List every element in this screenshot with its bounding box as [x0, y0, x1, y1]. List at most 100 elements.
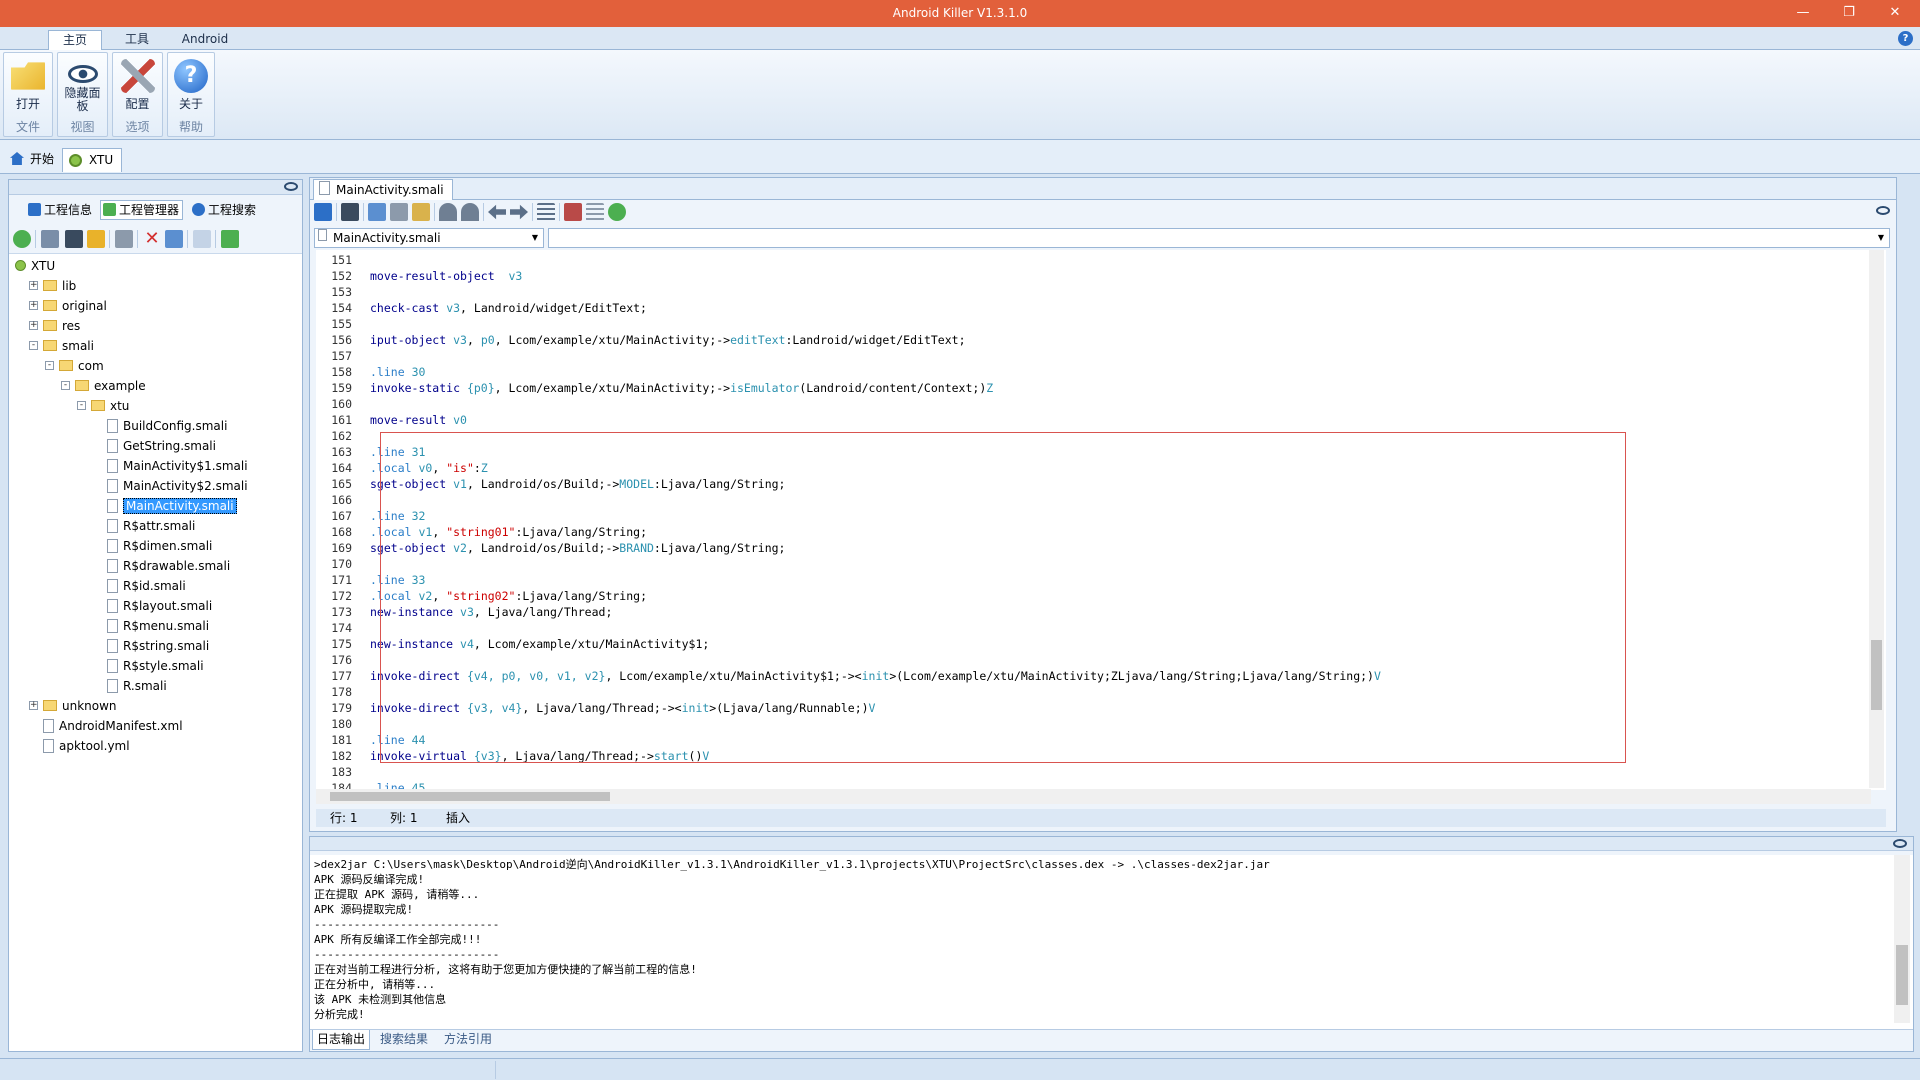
bookmark-icon[interactable] [115, 230, 133, 248]
tab-search-results[interactable]: 搜索结果 [376, 1030, 432, 1050]
paste-icon[interactable] [412, 203, 430, 221]
collapse-icon[interactable]: - [29, 341, 38, 350]
hide-panel-button[interactable]: 隐藏面板 [60, 55, 105, 119]
terminal-icon[interactable] [65, 230, 83, 248]
tab-method-references[interactable]: 方法引用 [440, 1030, 496, 1050]
tree-file[interactable]: AndroidManifest.xml [43, 717, 183, 735]
save-icon[interactable] [341, 203, 359, 221]
eye-icon[interactable] [1893, 839, 1907, 848]
add-icon[interactable] [221, 230, 239, 248]
copy-icon[interactable] [368, 203, 386, 221]
tab-project-manager[interactable]: 工程管理器 [100, 200, 184, 220]
log-line: ---------------------------- [314, 918, 500, 931]
tree-folder[interactable]: - com [45, 357, 104, 375]
undo-icon[interactable] [439, 203, 457, 221]
lock-icon[interactable] [314, 203, 332, 221]
tree-file[interactable]: R$string.smali [107, 637, 209, 655]
tab-log-output[interactable]: 日志输出 [312, 1030, 371, 1050]
tab-xtu[interactable]: XTU [62, 148, 122, 172]
forward-arrow-icon[interactable] [510, 204, 528, 220]
tree-folder[interactable]: + res [29, 317, 80, 335]
tab-project-search[interactable]: 工程搜索 [190, 201, 256, 219]
open-button[interactable]: 打开 [6, 55, 50, 119]
copy-icon[interactable] [165, 230, 183, 248]
java-icon[interactable] [564, 203, 582, 221]
tree-folder[interactable]: - xtu [77, 397, 129, 415]
collapse-icon[interactable]: - [61, 381, 70, 390]
code-line: 152 move-result-object v3 [316, 268, 1616, 284]
tree-file[interactable]: R$drawable.smali [107, 557, 230, 575]
document-icon[interactable] [193, 230, 211, 248]
collapse-icon[interactable]: - [45, 361, 54, 370]
redo-icon[interactable] [461, 203, 479, 221]
output-tab-bar: 日志输出 搜索结果 方法引用 [310, 1029, 1913, 1051]
export-icon[interactable] [41, 230, 59, 248]
help-icon[interactable]: ? [1898, 31, 1913, 46]
tree-folder[interactable]: + lib [29, 277, 76, 295]
editor-tab-mainactivity[interactable]: MainActivity.smali [313, 179, 453, 200]
tree-file[interactable]: R.smali [107, 677, 167, 695]
folder-search-icon[interactable] [87, 230, 105, 248]
config-button[interactable]: 配置 [115, 55, 160, 119]
tree-file[interactable]: R$menu.smali [107, 617, 209, 635]
minimize-icon[interactable]: — [1780, 0, 1826, 27]
tree-file[interactable]: R$layout.smali [107, 597, 212, 615]
tree-folder[interactable]: - smali [29, 337, 94, 355]
tree-file[interactable]: MainActivity.smali [107, 497, 237, 515]
tree-file[interactable]: R$id.smali [107, 577, 186, 595]
about-button[interactable]: ? 关于 [170, 55, 212, 119]
tree-folder[interactable]: + unknown [29, 697, 117, 715]
row-indicator: 行: 1 [330, 811, 358, 825]
delete-icon[interactable]: ✕ [143, 230, 161, 248]
log-area[interactable]: >dex2jar C:\Users\mask\Desktop\Android逆向… [310, 855, 1913, 1047]
back-arrow-icon[interactable] [488, 204, 506, 220]
refresh-icon[interactable] [13, 230, 31, 248]
tree-label: smali [62, 339, 94, 353]
tree-folder[interactable]: + original [29, 297, 107, 315]
tab-tools[interactable]: 工具 [112, 30, 162, 50]
line-number: 153 [331, 285, 352, 299]
file-select[interactable]: MainActivity.smali ▼ [314, 228, 544, 248]
restore-icon[interactable]: ❐ [1826, 0, 1872, 27]
ribbon-group-label: 帮助 [178, 120, 203, 134]
collapse-icon[interactable]: - [77, 401, 86, 410]
ribbon-group-help: ? 关于 帮助 [167, 52, 215, 137]
eye-icon[interactable] [1876, 206, 1890, 215]
format-icon[interactable] [537, 203, 555, 221]
expand-icon[interactable]: + [29, 281, 38, 290]
list-icon[interactable] [586, 203, 604, 221]
tree-file[interactable]: apktool.yml [43, 737, 130, 755]
expand-icon[interactable]: + [29, 701, 38, 710]
file-icon [107, 498, 118, 513]
horizontal-scrollbar[interactable] [316, 789, 1871, 804]
tree-file[interactable]: R$style.smali [107, 657, 204, 675]
scrollbar-thumb[interactable] [1871, 640, 1882, 710]
tab-android[interactable]: Android [172, 30, 238, 50]
tree-folder[interactable]: - example [61, 377, 146, 395]
tree-file[interactable]: R$dimen.smali [107, 537, 212, 555]
code-text: move-result-object v3 [370, 269, 523, 283]
tree-root[interactable]: XTU [15, 257, 55, 275]
tree-file[interactable]: R$attr.smali [107, 517, 195, 535]
scrollbar-thumb[interactable] [330, 792, 610, 801]
line-number: 156 [331, 333, 352, 347]
code-editor[interactable]: 151 152 move-result-object v3 153 154 check-c… [316, 250, 1886, 790]
expand-icon[interactable]: + [29, 301, 38, 310]
member-select[interactable]: ▼ [548, 228, 1890, 248]
vertical-scrollbar[interactable] [1869, 250, 1884, 788]
code-text: .line 30 [370, 365, 426, 379]
eye-icon[interactable] [284, 182, 298, 191]
tab-home[interactable]: 主页 [48, 30, 102, 50]
expand-icon[interactable]: + [29, 321, 38, 330]
tree-file[interactable]: MainActivity$1.smali [107, 457, 248, 475]
tree-file[interactable]: BuildConfig.smali [107, 417, 227, 435]
close-icon[interactable]: ✕ [1872, 0, 1918, 27]
tree-file[interactable]: GetString.smali [107, 437, 216, 455]
tree-file[interactable]: MainActivity$2.smali [107, 477, 248, 495]
tab-start[interactable]: 开始 [4, 148, 60, 172]
scrollbar-thumb[interactable] [1896, 945, 1908, 1005]
log-scrollbar[interactable] [1894, 855, 1910, 1023]
translate-icon[interactable] [608, 203, 626, 221]
cut-icon[interactable] [390, 203, 408, 221]
tab-project-info[interactable]: 工程信息 [26, 201, 92, 219]
